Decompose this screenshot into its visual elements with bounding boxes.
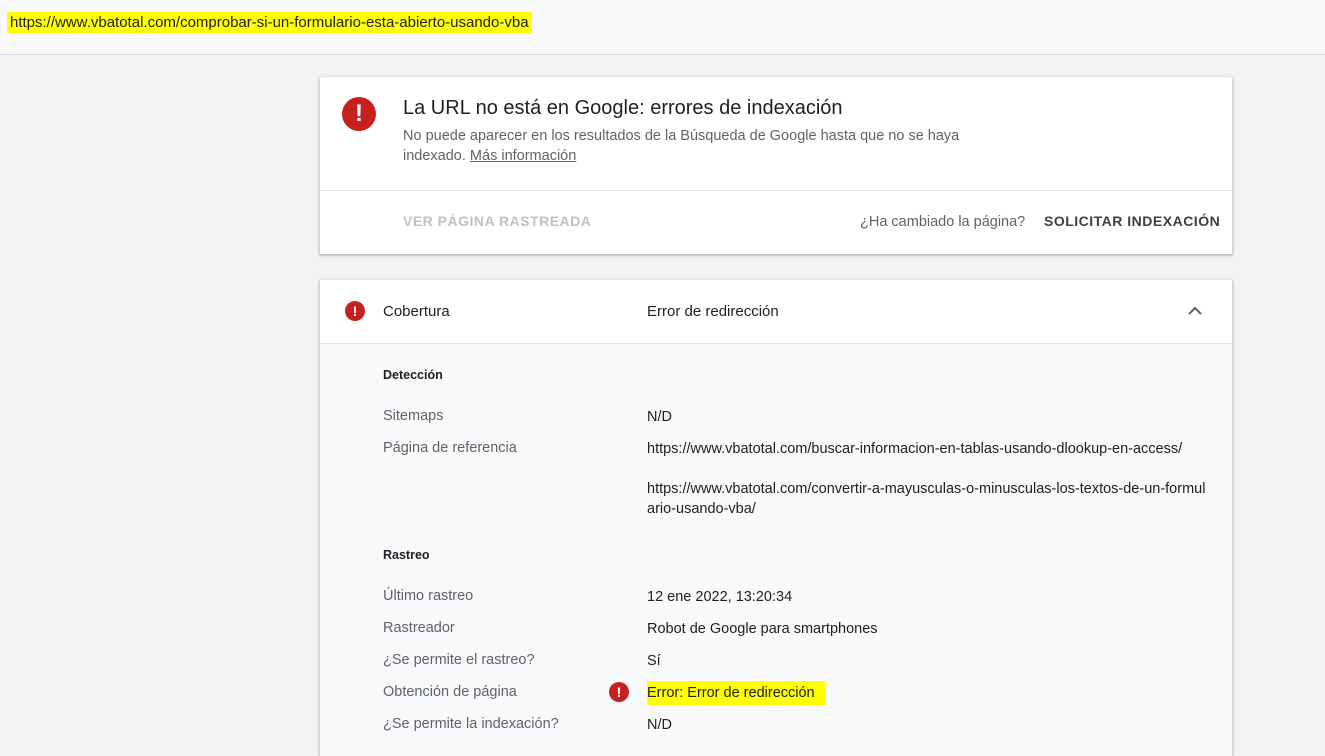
indexing-allowed-value: N/D — [647, 717, 672, 733]
page-changed-question: ¿Ha cambiado la página? — [860, 214, 1026, 230]
sitemaps-label: Sitemaps — [383, 408, 444, 424]
coverage-label: Cobertura — [383, 303, 450, 320]
request-indexing-button[interactable]: SOLICITAR INDEXACIÓN — [1044, 213, 1220, 229]
inspected-url[interactable]: https://www.vbatotal.com/comprobar-si-un… — [7, 12, 532, 33]
error-icon: ! — [345, 301, 365, 321]
crawl-allowed-label: ¿Se permite el rastreo? — [383, 652, 535, 668]
page-fetch-value: Error: Error de redirección — [647, 681, 1207, 705]
crawl-heading: Rastreo — [383, 548, 430, 562]
crawler-value: Robot de Google para smartphones — [647, 621, 878, 637]
detection-heading: Detección — [383, 368, 443, 382]
status-title: La URL no está en Google: errores de ind… — [403, 97, 843, 119]
index-status-card: ! La URL no está en Google: errores de i… — [320, 77, 1232, 254]
more-info-link[interactable]: Más información — [470, 148, 576, 164]
view-crawled-page-button[interactable]: VER PÁGINA RASTREADA — [403, 213, 591, 229]
indexing-allowed-label: ¿Se permite la indexación? — [383, 716, 559, 732]
page-fetch-error: Error: Error de redirección — [647, 681, 825, 705]
last-crawl-value: 12 ene 2022, 13:20:34 — [647, 589, 793, 605]
coverage-header[interactable]: ! Cobertura Error de redirección — [320, 280, 1232, 344]
referring-page-1[interactable]: https://www.vbatotal.com/buscar-informac… — [647, 439, 1207, 459]
url-bar: https://www.vbatotal.com/comprobar-si-un… — [0, 0, 1325, 55]
divider — [320, 190, 1232, 191]
sitemaps-value: N/D — [647, 409, 672, 425]
error-icon: ! — [609, 682, 629, 702]
last-crawl-label: Último rastreo — [383, 588, 474, 604]
chevron-up-icon[interactable] — [1186, 302, 1204, 320]
referring-page-2[interactable]: https://www.vbatotal.com/convertir-a-may… — [647, 479, 1207, 519]
referring-page-label: Página de referencia — [383, 440, 517, 456]
error-icon: ! — [342, 97, 376, 131]
crawl-allowed-value: Sí — [647, 653, 661, 669]
coverage-status: Error de redirección — [647, 303, 779, 320]
status-description: No puede aparecer en los resultados de l… — [403, 126, 1003, 166]
coverage-card: ! Cobertura Error de redirección Detecci… — [320, 280, 1232, 756]
coverage-details: Detección Sitemaps N/D Página de referen… — [320, 344, 1232, 756]
page-fetch-label: Obtención de página — [383, 684, 517, 700]
crawler-label: Rastreador — [383, 620, 455, 636]
